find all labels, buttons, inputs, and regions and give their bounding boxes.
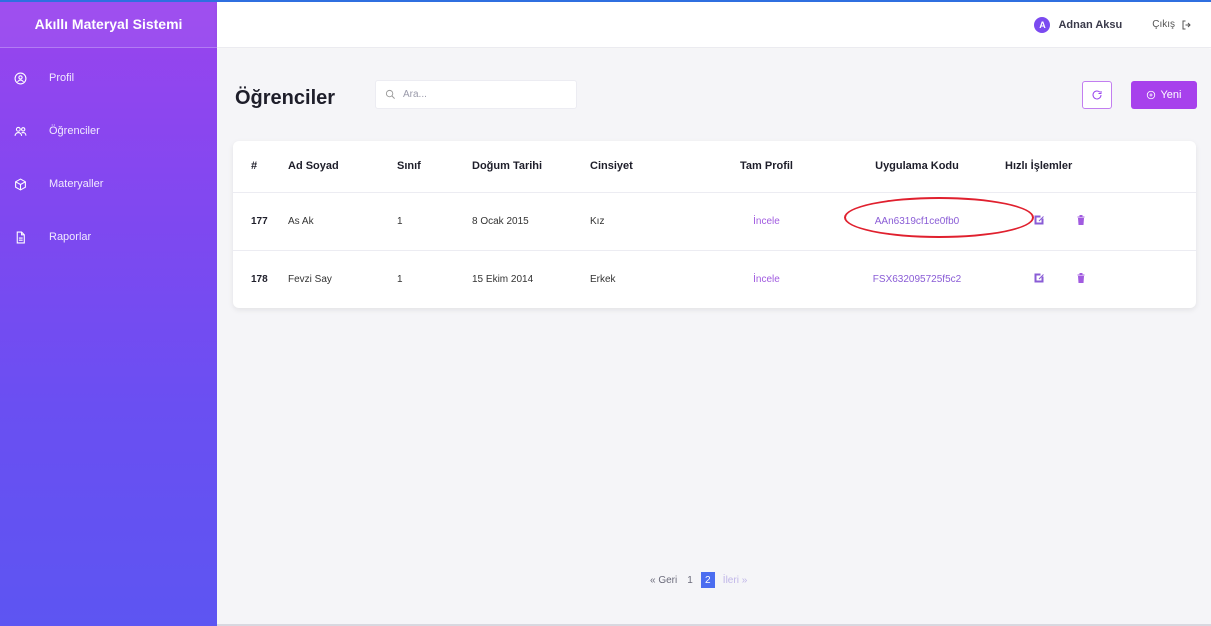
avatar: A xyxy=(1034,16,1051,33)
pagination: « Geri 1 2 İleri » xyxy=(645,572,752,588)
refresh-button[interactable] xyxy=(1082,81,1112,109)
sidebar-item-label: Profil xyxy=(49,72,75,84)
sidebar-item-materyaller[interactable]: Materyaller xyxy=(0,171,217,197)
pagination-page[interactable]: 1 xyxy=(687,575,693,586)
cell-id: 177 xyxy=(233,192,288,251)
topbar: A Adnan Aksu Çıkış xyxy=(217,2,1211,48)
cell-gender: Erkek xyxy=(590,273,616,285)
row-actions xyxy=(1005,272,1196,287)
pagination-next[interactable]: İleri » xyxy=(723,575,747,586)
table-row: 177 As Ak 1 8 Ocak 2015 Kız İncele AAn63… xyxy=(233,192,1196,251)
cell-class: 1 xyxy=(397,192,472,251)
sidebar-item-label: Raporlar xyxy=(49,231,92,243)
profile-link[interactable]: İncele xyxy=(753,216,780,227)
new-button[interactable]: Yeni xyxy=(1131,81,1197,109)
sidebar-item-label: Materyaller xyxy=(49,178,104,190)
logout-icon xyxy=(1182,20,1191,29)
search-input[interactable] xyxy=(403,89,563,100)
user-menu[interactable]: A Adnan Aksu xyxy=(1034,16,1123,33)
row-actions xyxy=(1005,214,1196,229)
cell-id: 178 xyxy=(251,273,268,285)
students-table: # Ad Soyad Sınıf Doğum Tarihi Cinsiyet T… xyxy=(233,141,1196,308)
cell-birth: 15 Ekim 2014 xyxy=(472,273,534,285)
header-gender: Cinsiyet xyxy=(590,141,700,193)
users-icon xyxy=(12,123,28,139)
header-name: Ad Soyad xyxy=(288,141,397,193)
table-header-row: # Ad Soyad Sınıf Doğum Tarihi Cinsiyet T… xyxy=(233,141,1196,193)
students-table-card: # Ad Soyad Sınıf Doğum Tarihi Cinsiyet T… xyxy=(233,141,1196,308)
edit-button[interactable] xyxy=(1033,272,1045,287)
cell-name: Fevzi Say xyxy=(288,273,332,285)
brand-title[interactable]: Akıllı Materyal Sistemi xyxy=(0,0,217,48)
profile-link[interactable]: İncele xyxy=(753,274,780,285)
app: Akıllı Materyal Sistemi Profil Öğrencile… xyxy=(0,0,1211,626)
file-icon xyxy=(12,229,28,245)
cell-birth: 8 Ocak 2015 xyxy=(472,192,590,251)
sidebar: Akıllı Materyal Sistemi Profil Öğrencile… xyxy=(0,0,217,626)
app-code: FSX632095725f5c2 xyxy=(872,273,962,285)
edit-icon xyxy=(1034,273,1044,283)
user-circle-icon xyxy=(12,70,28,86)
header-actions: Hızlı İşlemler xyxy=(1001,141,1196,193)
cell-gender: Kız xyxy=(590,192,700,251)
refresh-icon xyxy=(1092,90,1102,100)
user-name: Adnan Aksu xyxy=(1058,18,1123,31)
cell-class: 1 xyxy=(397,273,403,285)
header-code: Uygulama Kodu xyxy=(833,141,1001,193)
edit-button[interactable] xyxy=(1033,214,1045,229)
header-profile: Tam Profil xyxy=(700,141,833,193)
delete-button[interactable] xyxy=(1075,214,1087,229)
trash-icon xyxy=(1077,272,1085,283)
pagination-page-current[interactable]: 2 xyxy=(700,572,715,588)
search-box xyxy=(375,80,577,109)
trash-icon xyxy=(1077,214,1085,225)
main-content: Öğrenciler Yeni # Ad Soyad Sınıf Doğum T… xyxy=(217,49,1211,626)
sidebar-item-label: Öğrenciler xyxy=(49,125,100,137)
sidebar-item-profil[interactable]: Profil xyxy=(0,65,217,91)
sidebar-item-ogrenciler[interactable]: Öğrenciler xyxy=(0,118,217,144)
cell-name: As Ak xyxy=(288,192,397,251)
header-class: Sınıf xyxy=(397,141,472,193)
box-icon xyxy=(12,176,28,192)
delete-button[interactable] xyxy=(1075,272,1087,287)
header-id: # xyxy=(233,141,288,193)
table-row: 178 Fevzi Say 1 15 Ekim 2014 Erkek İncel… xyxy=(233,250,1196,308)
pagination-prev[interactable]: « Geri xyxy=(650,575,677,586)
app-code: AAn6319cf1ce0fb0 xyxy=(874,215,960,227)
search-icon xyxy=(385,89,395,99)
sidebar-item-raporlar[interactable]: Raporlar xyxy=(0,224,217,250)
edit-icon xyxy=(1034,215,1044,224)
logout-button[interactable]: Çıkış xyxy=(1152,19,1193,31)
page-title: Öğrenciler xyxy=(235,87,336,109)
logout-label: Çıkış xyxy=(1152,19,1175,30)
plus-circle-icon xyxy=(1147,90,1156,100)
top-accent-line xyxy=(0,0,1211,2)
new-button-label: Yeni xyxy=(1160,89,1182,101)
header-birth: Doğum Tarihi xyxy=(472,141,590,193)
sidebar-nav: Profil Öğrenciler Materyaller Raporlar xyxy=(0,65,217,250)
